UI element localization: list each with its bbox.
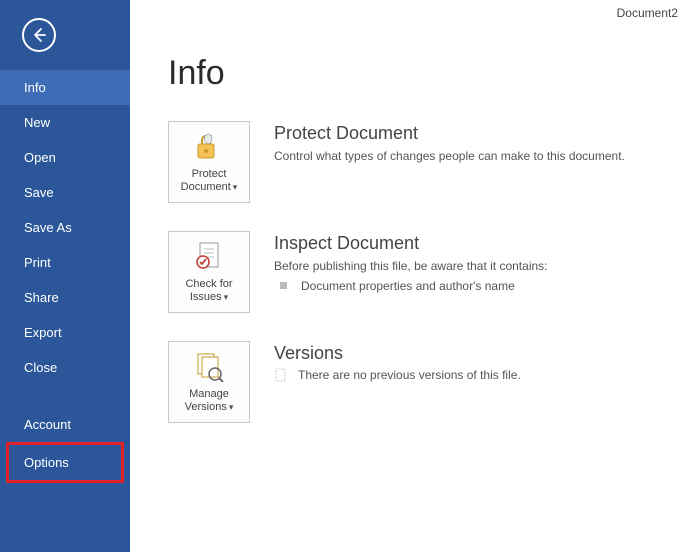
inspect-desc: Before publishing this file, be aware th… (274, 258, 548, 275)
protect-section: ProtectDocument▾ Protect Document Contro… (168, 121, 672, 203)
nav-share[interactable]: Share (0, 280, 130, 315)
document-check-icon (193, 240, 225, 272)
backstage-sidebar: Info New Open Save Save As Print Share E… (0, 0, 130, 552)
bullet-icon (280, 282, 287, 289)
nav-account[interactable]: Account (0, 407, 130, 442)
dropdown-icon: ▾ (229, 402, 234, 412)
protect-document-button[interactable]: ProtectDocument▾ (168, 121, 250, 203)
inspect-list-item: Document properties and author's name (274, 279, 548, 293)
nav-open[interactable]: Open (0, 140, 130, 175)
main-panel: Document2 Info ProtectDocument▾ Protect … (130, 0, 696, 552)
dropdown-icon: ▾ (233, 182, 238, 192)
document-versions-icon (193, 350, 225, 382)
nav-close[interactable]: Close (0, 350, 130, 385)
arrow-left-icon (31, 27, 47, 43)
nav-export[interactable]: Export (0, 315, 130, 350)
versions-section: ManageVersions▾ Versions There are no pr… (168, 341, 672, 423)
protect-title: Protect Document (274, 123, 625, 144)
manage-versions-button[interactable]: ManageVersions▾ (168, 341, 250, 423)
inspect-section: Check forIssues▾ Inspect Document Before… (168, 231, 672, 313)
protect-desc: Control what types of changes people can… (274, 148, 625, 165)
check-for-issues-button[interactable]: Check forIssues▾ (168, 231, 250, 313)
inspect-title: Inspect Document (274, 233, 548, 254)
nav-print[interactable]: Print (0, 245, 130, 280)
nav-info[interactable]: Info (0, 70, 130, 105)
document-title: Document2 (617, 6, 678, 20)
lock-shield-icon (193, 130, 225, 162)
document-icon (274, 368, 288, 382)
back-button[interactable] (22, 18, 56, 52)
nav-save-as[interactable]: Save As (0, 210, 130, 245)
versions-title: Versions (274, 343, 521, 364)
nav-save[interactable]: Save (0, 175, 130, 210)
versions-desc: There are no previous versions of this f… (274, 368, 521, 382)
nav-options[interactable]: Options (6, 442, 124, 483)
page-title: Info (168, 54, 672, 93)
nav-new[interactable]: New (0, 105, 130, 140)
dropdown-icon: ▾ (224, 292, 229, 302)
